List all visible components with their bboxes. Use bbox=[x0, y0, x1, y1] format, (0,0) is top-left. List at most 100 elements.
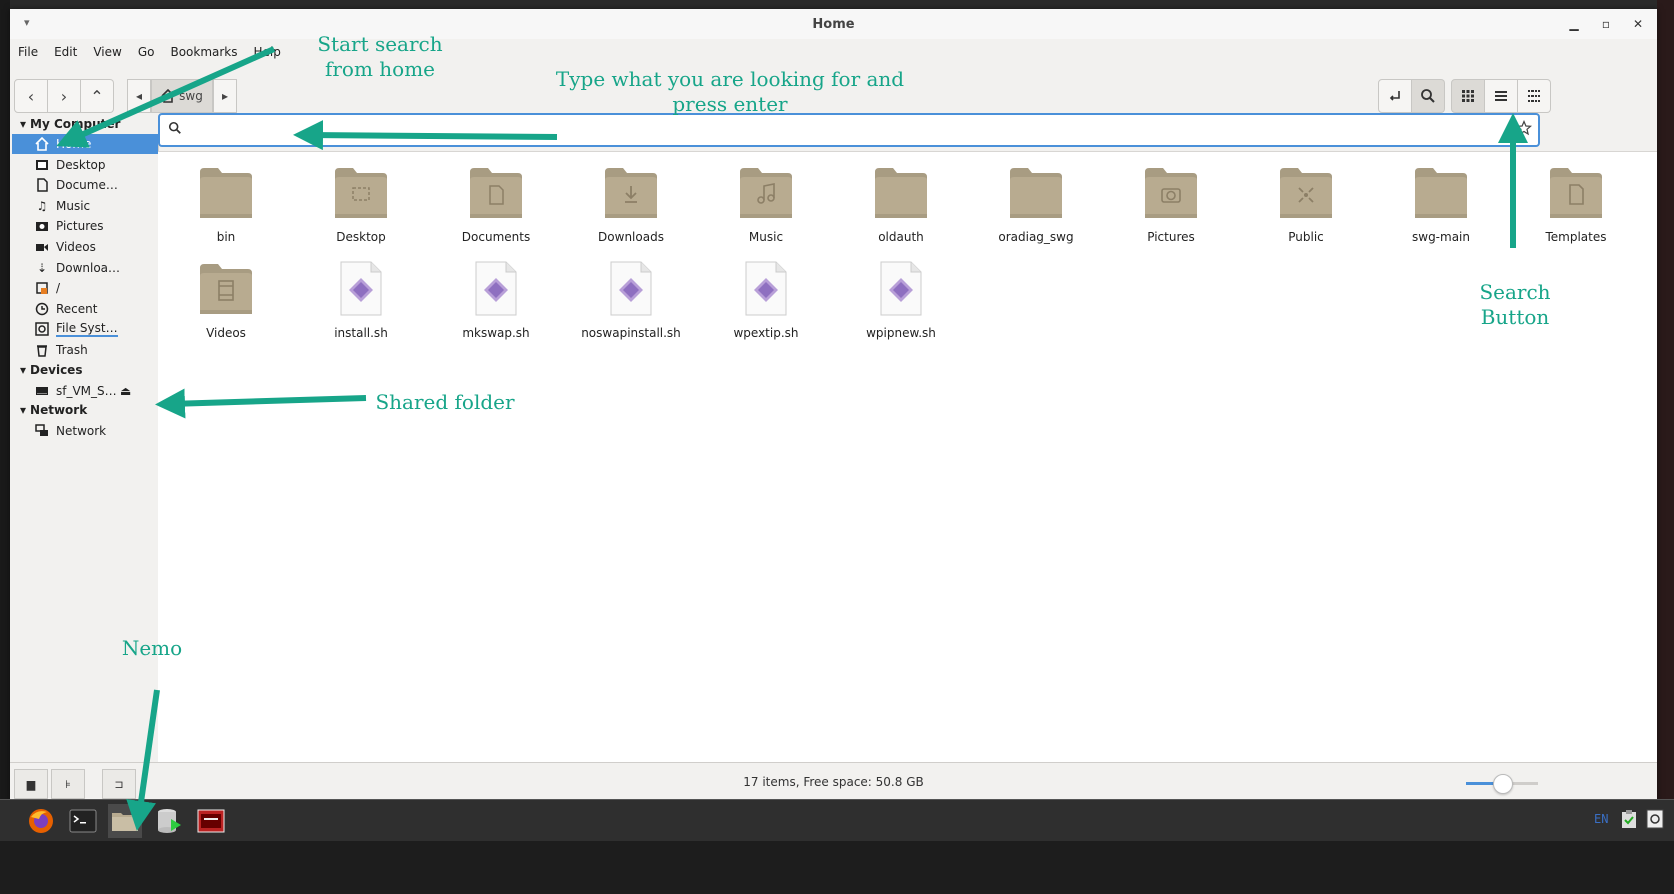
taskbar-menu-button[interactable] bbox=[0, 804, 14, 838]
sidebar-item-label: Network bbox=[56, 424, 107, 438]
sidebar-item-filesystem[interactable]: File Syst… bbox=[12, 319, 158, 339]
location-toggle-icon bbox=[1389, 91, 1400, 101]
sidebar-item-label: Docume… bbox=[56, 178, 118, 192]
sidebar-item-desktop[interactable]: Desktop bbox=[12, 155, 158, 175]
trash-icon bbox=[34, 342, 50, 358]
sidebar-item-label: Downloa… bbox=[56, 261, 121, 275]
menu-help[interactable]: Help bbox=[246, 43, 289, 63]
maximize-button[interactable]: ▫ bbox=[1597, 15, 1615, 33]
folder-icon bbox=[871, 164, 931, 220]
file-name: mkswap.sh bbox=[462, 326, 530, 340]
sidebar-section-my-computer[interactable]: ▾ My Computer bbox=[20, 117, 120, 131]
root-icon bbox=[34, 280, 50, 296]
script-file-icon bbox=[466, 260, 526, 316]
close-button[interactable]: ✕ bbox=[1629, 15, 1647, 33]
forward-button[interactable]: › bbox=[48, 79, 81, 113]
sidebar-item-label: sf_VM_S… bbox=[56, 384, 117, 398]
sidebar-item-home[interactable]: Home bbox=[12, 134, 158, 154]
clipboard-icon[interactable] bbox=[1620, 809, 1638, 832]
sidebar-item-downloads[interactable]: ⇣ Downloa… bbox=[12, 258, 158, 278]
compact-view-button[interactable] bbox=[1518, 79, 1551, 113]
folder-item[interactable]: oradiag_swg bbox=[976, 164, 1096, 244]
folder-item[interactable]: Documents bbox=[436, 164, 556, 244]
folder-item[interactable]: Desktop bbox=[301, 164, 421, 244]
taskbar-file-manager[interactable] bbox=[108, 804, 142, 838]
menu-file[interactable]: File bbox=[10, 43, 46, 63]
file-name: Desktop bbox=[336, 230, 386, 244]
annotation-shared-folder: Shared folder bbox=[375, 390, 515, 414]
file-item[interactable]: wpextip.sh bbox=[706, 260, 826, 340]
folder-item[interactable]: Public bbox=[1246, 164, 1366, 244]
sidebar-item-network[interactable]: Network bbox=[12, 421, 158, 441]
eject-icon[interactable]: ⏏ bbox=[120, 384, 131, 398]
sidebar-item-videos[interactable]: Videos bbox=[12, 237, 158, 257]
statusbar: ▆ ⊧ ⊐ 17 items, Free space: 50.8 GB bbox=[10, 762, 1657, 801]
list-view-button[interactable] bbox=[1485, 79, 1518, 113]
window-menu-icon[interactable]: ▾ bbox=[24, 16, 30, 29]
file-name: oradiag_swg bbox=[998, 230, 1074, 244]
file-name: Music bbox=[748, 230, 784, 244]
sidebar-item-documents[interactable]: Docume… bbox=[12, 175, 158, 195]
sidebar-section-devices[interactable]: ▾ Devices bbox=[20, 363, 82, 377]
zoom-slider[interactable] bbox=[1466, 774, 1538, 794]
folder-icon bbox=[736, 164, 796, 220]
sidebar-item-shared-folder[interactable]: sf_VM_S… ⏏ bbox=[12, 381, 158, 401]
menu-go[interactable]: Go bbox=[130, 43, 163, 63]
taskbar-database-app[interactable] bbox=[152, 804, 186, 838]
minimize-button[interactable]: ▁ bbox=[1565, 15, 1583, 33]
folder-item[interactable]: swg-main bbox=[1381, 164, 1501, 244]
firefox-icon bbox=[29, 809, 53, 833]
taskbar-app[interactable] bbox=[194, 804, 228, 838]
back-button[interactable]: ‹ bbox=[14, 79, 48, 113]
breadcrumb-right-button[interactable]: ▸ bbox=[213, 79, 237, 113]
search-button[interactable] bbox=[1412, 79, 1445, 113]
file-item[interactable]: noswapinstall.sh bbox=[571, 260, 691, 340]
sidebar-item-pictures[interactable]: Pictures bbox=[12, 216, 158, 236]
breadcrumb-home[interactable]: swg bbox=[151, 79, 213, 113]
titlebar[interactable]: ▾ Home ▁ ▫ ✕ bbox=[10, 9, 1657, 39]
zoom-slider-handle[interactable] bbox=[1493, 774, 1513, 794]
sidebar-item-root[interactable]: / bbox=[12, 278, 158, 298]
taskbar-firefox[interactable] bbox=[24, 804, 58, 838]
toggle-location-button[interactable] bbox=[1378, 79, 1412, 113]
menu-bookmarks[interactable]: Bookmarks bbox=[162, 43, 245, 63]
icon-view-button[interactable] bbox=[1451, 79, 1485, 113]
folder-item[interactable]: Music bbox=[706, 164, 826, 244]
folder-item[interactable]: Videos bbox=[166, 260, 286, 340]
file-name: Videos bbox=[206, 326, 246, 340]
sidebar-section-network[interactable]: ▾ Network bbox=[20, 403, 87, 417]
folder-item[interactable]: Downloads bbox=[571, 164, 691, 244]
sidebar-item-trash[interactable]: Trash bbox=[12, 340, 158, 360]
folder-item[interactable]: oldauth bbox=[841, 164, 961, 244]
file-item[interactable]: wpipnew.sh bbox=[841, 260, 961, 340]
file-item[interactable]: install.sh bbox=[301, 260, 421, 340]
script-file-icon bbox=[871, 260, 931, 316]
network-icon bbox=[34, 423, 50, 439]
sidebar-section-title: Network bbox=[30, 403, 88, 417]
home-icon bbox=[34, 136, 50, 152]
star-icon[interactable] bbox=[1516, 120, 1532, 136]
sidebar-item-music[interactable]: ♫ Music bbox=[12, 196, 158, 216]
file-name: wpipnew.sh bbox=[866, 326, 936, 340]
keyboard-layout-indicator[interactable]: EN bbox=[1594, 812, 1608, 826]
status-text: 17 items, Free space: 50.8 GB bbox=[743, 775, 924, 789]
taskbar-terminal[interactable] bbox=[66, 804, 100, 838]
folder-item[interactable]: Templates bbox=[1516, 164, 1636, 244]
menu-view[interactable]: View bbox=[85, 43, 129, 63]
tray-app-icon[interactable] bbox=[1646, 809, 1664, 832]
search-icon bbox=[168, 121, 181, 134]
search-input[interactable] bbox=[188, 120, 1492, 137]
sidebar-item-label: Trash bbox=[56, 343, 88, 357]
menu-edit[interactable]: Edit bbox=[46, 43, 85, 63]
folder-item[interactable]: Pictures bbox=[1111, 164, 1231, 244]
expander-icon: ▾ bbox=[20, 363, 27, 377]
up-button[interactable]: ⌃ bbox=[81, 79, 114, 113]
breadcrumb-left-button[interactable]: ◂ bbox=[127, 79, 151, 113]
folder-icon bbox=[1411, 164, 1471, 220]
sidebar-item-recent[interactable]: Recent bbox=[12, 299, 158, 319]
sidebar-item-label: Recent bbox=[56, 302, 98, 316]
file-item[interactable]: mkswap.sh bbox=[436, 260, 556, 340]
file-name: Pictures bbox=[1147, 230, 1195, 244]
folder-item[interactable]: bin bbox=[166, 164, 286, 244]
file-name: bin bbox=[216, 230, 236, 244]
